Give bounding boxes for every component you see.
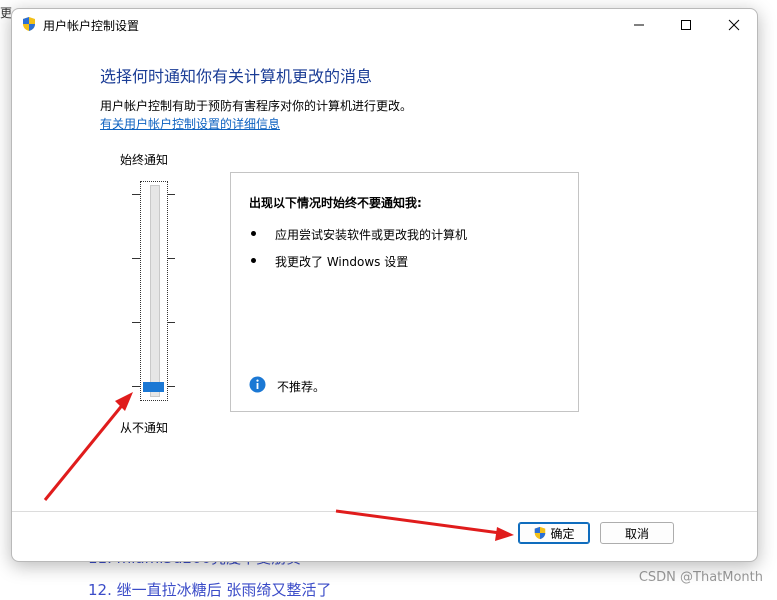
close-button[interactable] bbox=[711, 9, 757, 40]
recommendation-text: 不推荐。 bbox=[277, 380, 326, 394]
slider-tick-left bbox=[132, 322, 140, 323]
maximize-icon bbox=[681, 19, 691, 30]
close-icon bbox=[728, 19, 740, 30]
page-heading: 选择何时通知你有关计算机更改的消息 bbox=[100, 67, 373, 86]
ok-button-label: 确定 bbox=[550, 526, 575, 541]
slider-tick-right bbox=[167, 258, 175, 259]
watermark: CSDN @ThatMonth bbox=[638, 570, 763, 585]
slider-top-label: 始终通知 bbox=[120, 153, 169, 167]
bullet-text: 应用尝试安装软件或更改我的计算机 bbox=[275, 228, 468, 242]
level-description-box: 出现以下情况时始终不要通知我: 应用尝试安装软件或更改我的计算机 我更改了 Wi… bbox=[230, 172, 579, 412]
bullet-dot bbox=[251, 258, 256, 263]
minimize-button[interactable] bbox=[616, 9, 662, 40]
more-info-link[interactable]: 有关用户帐户控制设置的详细信息 bbox=[100, 115, 280, 132]
info-icon bbox=[249, 376, 266, 393]
uac-shield-icon bbox=[535, 526, 546, 540]
slider-tick-right bbox=[167, 386, 175, 387]
level-description-title: 出现以下情况时始终不要通知我: bbox=[249, 196, 422, 210]
footer-divider bbox=[12, 511, 757, 512]
slider-tick-left bbox=[132, 386, 140, 387]
slider-tick-left bbox=[132, 258, 140, 259]
background-list-item-12[interactable]: 12. 继一直拉冰糖后 张雨绮又整活了 bbox=[88, 579, 331, 600]
bullet-text: 我更改了 Windows 设置 bbox=[275, 255, 409, 269]
uac-shield-icon bbox=[23, 17, 35, 31]
slider-tick-left bbox=[132, 194, 140, 195]
recommendation-note: 不推荐。 bbox=[249, 376, 325, 396]
cancel-button[interactable]: 取消 bbox=[600, 522, 674, 544]
minimize-icon bbox=[634, 24, 644, 25]
ok-button[interactable]: 确定 bbox=[518, 522, 590, 544]
uac-settings-dialog: 用户帐户控制设置 选择何时通知你有关计算机更改的消息 用户帐户控制有助于预防有害… bbox=[11, 8, 758, 562]
slider-tick-right bbox=[167, 194, 175, 195]
title-bar[interactable]: 用户帐户控制设置 bbox=[12, 9, 757, 40]
cancel-button-label: 取消 bbox=[624, 526, 649, 541]
description-text: 用户帐户控制有助于预防有害程序对你的计算机进行更改。 bbox=[100, 99, 413, 113]
slider-bottom-label: 从不通知 bbox=[120, 421, 169, 435]
maximize-button[interactable] bbox=[663, 9, 709, 40]
slider-tick-right bbox=[167, 322, 175, 323]
slider-thumb[interactable] bbox=[143, 382, 164, 392]
slider-track[interactable] bbox=[150, 185, 160, 397]
window-title: 用户帐户控制设置 bbox=[43, 19, 140, 33]
bullet-dot bbox=[251, 231, 256, 236]
